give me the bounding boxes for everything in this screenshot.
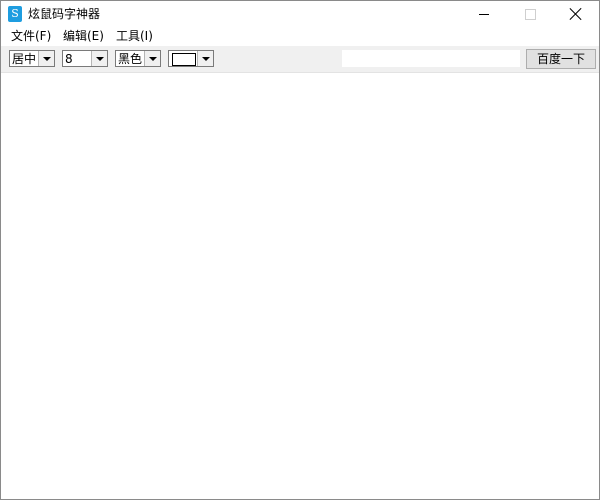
- window-title: 炫鼠码字神器: [28, 7, 101, 21]
- toolbar: 居中 8 黑色 百度一下: [1, 46, 599, 73]
- menu-bar: 文件(F) 编辑(E) 工具(I): [1, 27, 599, 46]
- color-swatch: [172, 53, 196, 66]
- chevron-down-icon[interactable]: [197, 51, 213, 66]
- background-color-select[interactable]: [168, 50, 214, 67]
- search-input[interactable]: [341, 49, 521, 68]
- maximize-button[interactable]: [507, 1, 553, 27]
- font-size-value: 8: [65, 52, 73, 66]
- menu-file[interactable]: 文件(F): [11, 29, 51, 44]
- editor-area[interactable]: [1, 73, 599, 499]
- text-color-select[interactable]: 黑色: [115, 50, 161, 67]
- align-select-value: 居中: [12, 52, 37, 66]
- close-icon: [569, 7, 583, 21]
- menu-tools[interactable]: 工具(I): [116, 29, 153, 44]
- minimize-button[interactable]: [461, 1, 507, 27]
- title-bar[interactable]: S 炫鼠码字神器: [1, 1, 599, 27]
- close-button[interactable]: [553, 1, 599, 27]
- align-select[interactable]: 居中: [9, 50, 55, 67]
- app-logo-icon: S: [8, 6, 22, 22]
- chevron-down-icon[interactable]: [91, 51, 107, 66]
- text-color-value: 黑色: [118, 52, 143, 66]
- app-window: S 炫鼠码字神器 文件(F) 编辑(E) 工具(I) 居中 8 黑色 百度一下: [0, 0, 600, 500]
- menu-edit[interactable]: 编辑(E): [63, 29, 104, 44]
- chevron-down-icon[interactable]: [38, 51, 54, 66]
- font-size-select[interactable]: 8: [62, 50, 108, 67]
- baidu-search-button[interactable]: 百度一下: [526, 49, 596, 69]
- maximize-icon: [524, 8, 536, 20]
- minimize-icon: [479, 13, 489, 15]
- chevron-down-icon[interactable]: [144, 51, 160, 66]
